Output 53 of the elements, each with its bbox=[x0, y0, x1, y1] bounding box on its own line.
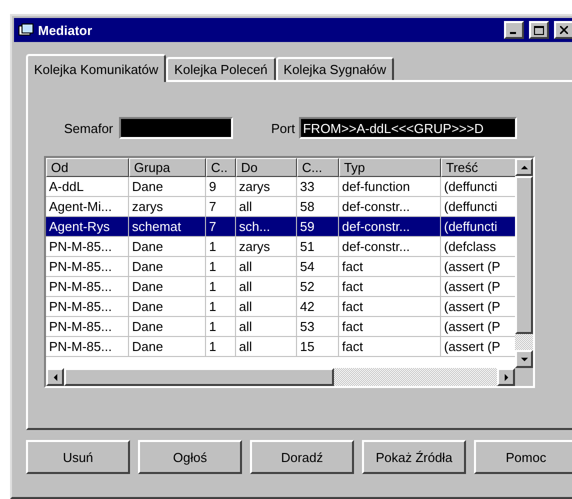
scrollbar-corner bbox=[515, 368, 533, 386]
column-header[interactable]: Grupa bbox=[129, 158, 206, 177]
table-cell: 15 bbox=[297, 337, 339, 357]
tab[interactable]: Kolejka Sygnałów bbox=[276, 57, 394, 80]
column-header[interactable]: Od bbox=[46, 158, 129, 177]
close-button[interactable] bbox=[554, 21, 572, 39]
table-cell: fact bbox=[339, 337, 441, 357]
table-row[interactable]: PN-M-85... Dane 1 all 42 fact (assert (P bbox=[46, 297, 515, 317]
action-button[interactable]: Ogłoś bbox=[138, 440, 242, 474]
port-field[interactable]: FROM>>A-ddL<<<GRUP>>>D bbox=[298, 117, 517, 139]
table-cell: Dane bbox=[129, 337, 206, 357]
table-row[interactable]: PN-M-85... Dane 1 all 15 fact (assert (P bbox=[46, 337, 515, 357]
table-cell: 1 bbox=[206, 337, 236, 357]
maximize-button[interactable] bbox=[529, 21, 549, 39]
semafor-label: Semafor bbox=[64, 120, 114, 136]
table-cell: PN-M-85... bbox=[46, 337, 129, 357]
scroll-thumb[interactable] bbox=[515, 176, 533, 334]
action-button[interactable]: Usuń bbox=[26, 440, 130, 474]
scroll-up-button[interactable] bbox=[515, 158, 533, 176]
close-icon bbox=[560, 26, 568, 34]
action-button[interactable]: Pomoc bbox=[474, 440, 572, 474]
down-arrow-icon bbox=[520, 356, 528, 362]
tab[interactable]: Kolejka Komunikatów bbox=[26, 54, 166, 82]
table-row[interactable]: A-ddL Dane 9 zarys 33 def-function (deffuncti bbox=[46, 177, 515, 197]
left-arrow-icon bbox=[52, 374, 58, 380]
column-header[interactable]: Do bbox=[236, 158, 297, 177]
table-row[interactable]: PN-M-85... Dane 1 all 53 fact (assert (P bbox=[46, 317, 515, 337]
scroll-down-button[interactable] bbox=[515, 350, 533, 368]
table-row[interactable]: PN-M-85... Dane 1 zarys 51 def-constr... (defclass bbox=[46, 237, 515, 257]
column-header[interactable]: C.. bbox=[206, 158, 236, 177]
minimize-button[interactable] bbox=[504, 21, 524, 39]
tab[interactable]: Kolejka Poleceń bbox=[166, 57, 276, 80]
scroll-right-button[interactable] bbox=[497, 368, 515, 386]
scroll-thumb[interactable] bbox=[64, 368, 334, 386]
column-header[interactable]: Typ bbox=[339, 158, 441, 177]
window-title: Mediator bbox=[38, 22, 94, 38]
window-icon bbox=[18, 23, 34, 37]
right-arrow-icon bbox=[502, 374, 510, 380]
horizontal-scrollbar[interactable] bbox=[46, 368, 533, 386]
port-label: Port bbox=[271, 120, 295, 136]
column-header[interactable]: Treść bbox=[441, 158, 515, 177]
action-button[interactable]: Pokaż Źródła bbox=[362, 440, 466, 474]
maximize-icon bbox=[534, 26, 544, 34]
table-cell: all bbox=[236, 337, 297, 357]
column-header[interactable]: C... bbox=[297, 158, 339, 177]
vertical-scrollbar[interactable] bbox=[515, 158, 533, 368]
table-row[interactable]: Agent-Mi... zarys 7 all 58 def-constr... (deffuncti bbox=[46, 197, 515, 217]
table-row[interactable]: PN-M-85... Dane 1 all 52 fact (assert (P bbox=[46, 277, 515, 297]
action-button[interactable]: Doradź bbox=[250, 440, 354, 474]
table-row[interactable]: PN-M-85... Dane 1 all 54 fact (assert (P bbox=[46, 257, 515, 277]
table-row[interactable]: Agent-Rys schemat 7 sch... 59 def-constr... (deffuncti bbox=[46, 217, 515, 237]
scroll-left-button[interactable] bbox=[46, 368, 64, 386]
up-arrow-icon bbox=[520, 164, 528, 170]
